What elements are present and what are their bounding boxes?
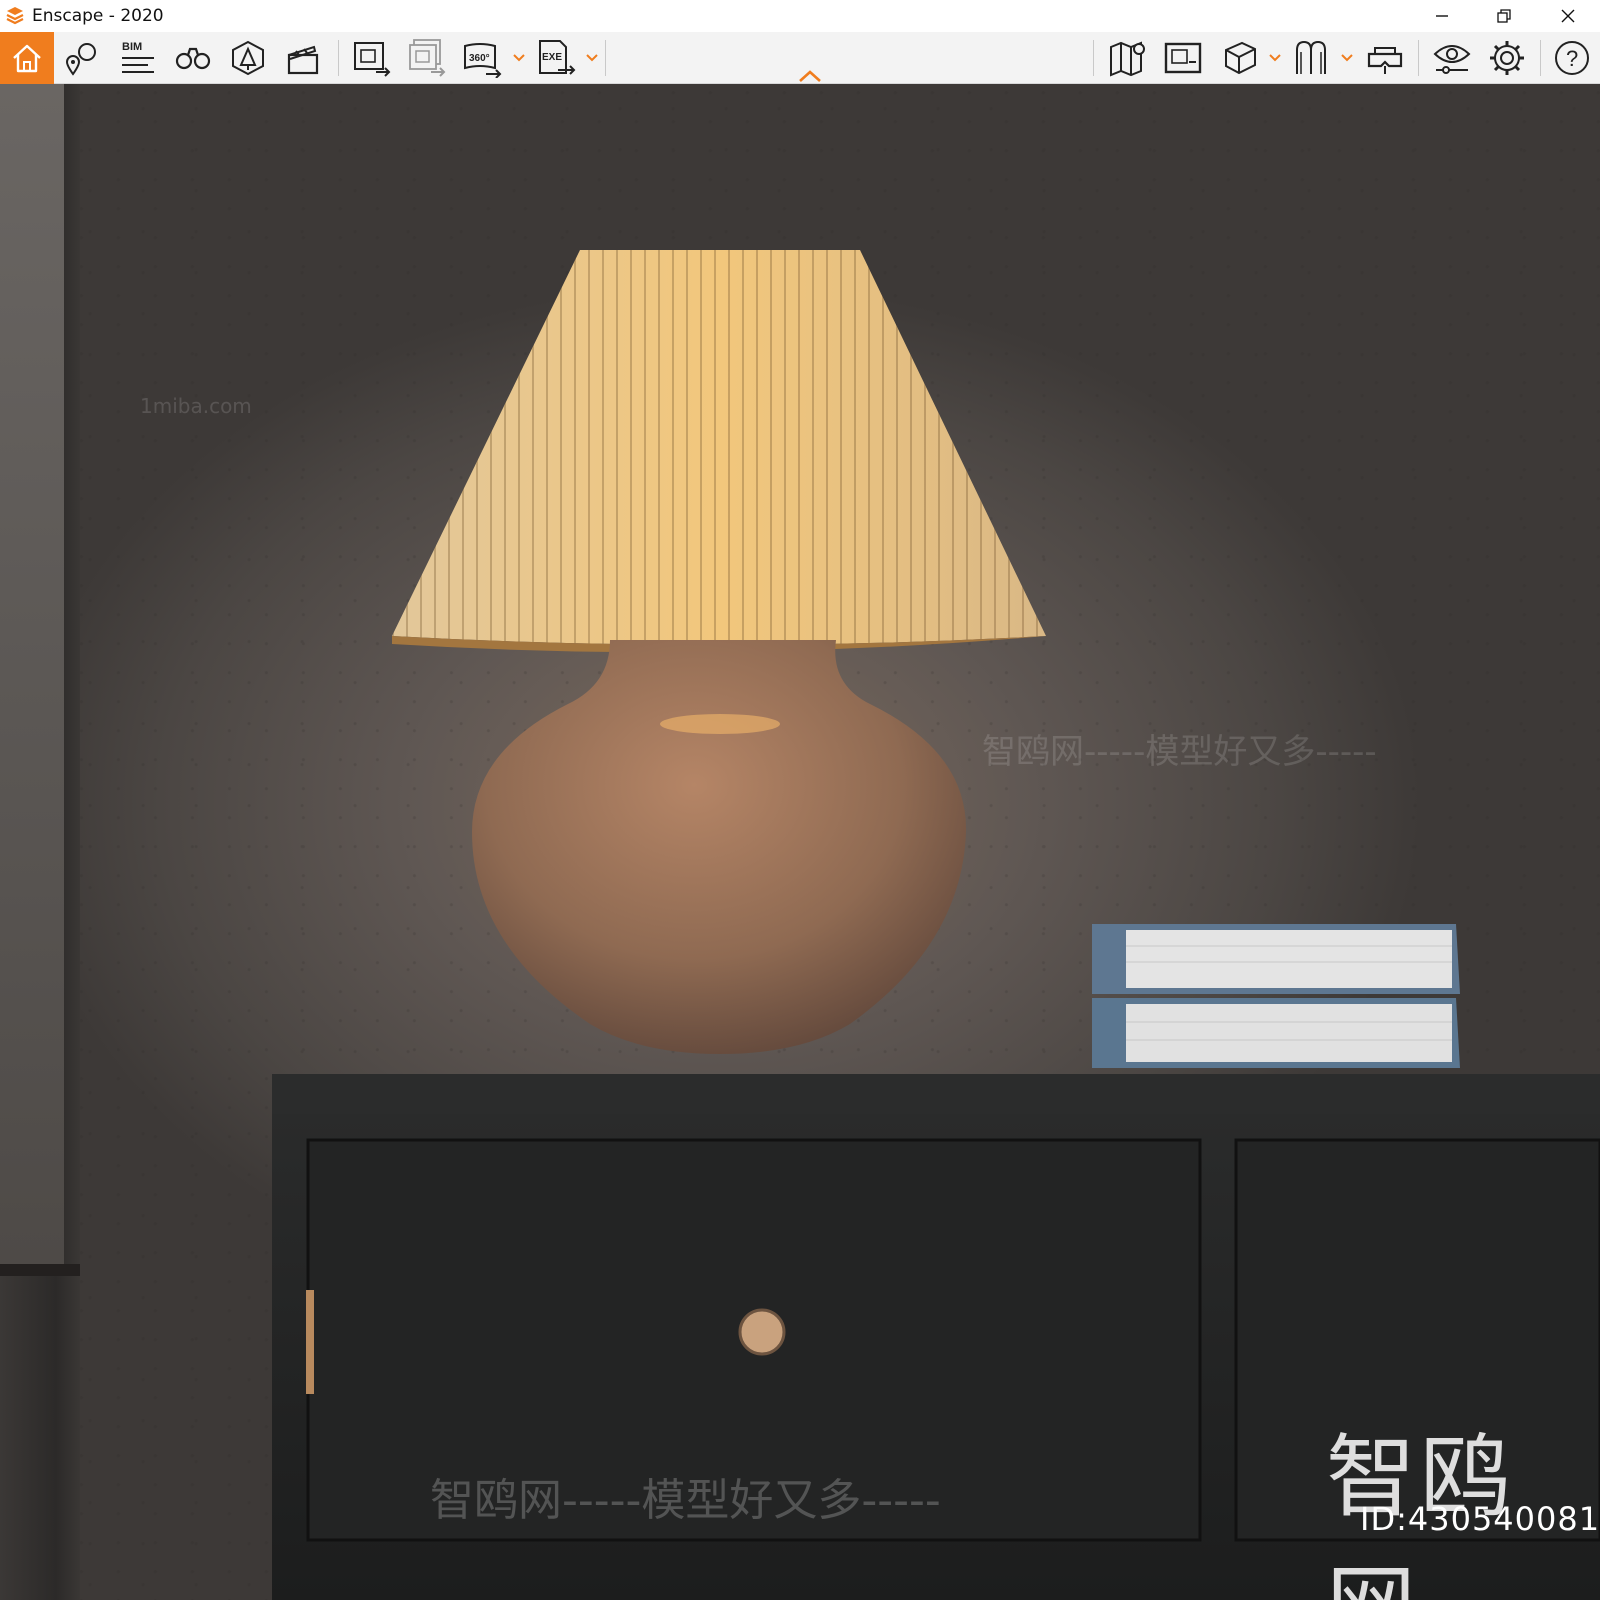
toolbar-separator	[605, 40, 606, 76]
window-title: Enscape - 2020	[32, 6, 164, 26]
panorama-360-icon: 360°	[464, 43, 502, 78]
enscape-logo-icon	[6, 7, 24, 25]
panorama-360-button[interactable]: 360°	[460, 36, 504, 80]
material-editor-icon	[1296, 40, 1326, 74]
lamp-shade	[392, 250, 1046, 653]
minimize-button[interactable]	[1418, 0, 1466, 32]
title-bar: Enscape - 2020	[0, 0, 1600, 32]
settings-button[interactable]	[1485, 36, 1529, 80]
screenshot-icon	[1164, 42, 1202, 74]
ceramic-lamp-base	[472, 640, 967, 1054]
material-editor-button[interactable]	[1290, 36, 1334, 80]
render-image-button[interactable]	[350, 36, 394, 80]
help-button[interactable]: ?	[1550, 36, 1594, 80]
minimize-icon	[1436, 15, 1448, 17]
watermark-text: 智鸥网-----模型好又多-----	[982, 732, 1377, 772]
visual-settings-button[interactable]	[1430, 36, 1474, 80]
screenshot-button[interactable]	[1161, 36, 1205, 80]
render-viewport[interactable]: 智鸥网-----模型好又多----- 1miba.com 智鸥网-----模型好…	[0, 84, 1600, 1600]
close-button[interactable]	[1544, 0, 1592, 32]
toolbar-separator	[1540, 40, 1541, 76]
bim-button[interactable]: BIM	[116, 36, 160, 80]
scene-illustration	[272, 250, 1600, 1600]
export-exe-icon: EXE	[539, 40, 576, 75]
binoculars-icon	[175, 47, 211, 70]
toolbar-separator	[1418, 40, 1419, 76]
toolbar-separator	[1093, 40, 1094, 76]
vr-headset-button[interactable]	[1363, 36, 1407, 80]
toolbar-separator	[338, 40, 339, 76]
chevron-down-icon	[513, 54, 525, 62]
svg-text:360°: 360°	[469, 53, 490, 64]
vr-headset-icon	[1367, 47, 1403, 74]
asset-library-button[interactable]	[226, 36, 270, 80]
asset-library-icon	[232, 40, 264, 76]
batch-render-button[interactable]	[405, 36, 449, 80]
bim-icon: BIM	[122, 41, 154, 73]
map-button[interactable]	[1106, 36, 1150, 80]
collapse-toolbar-icon[interactable]	[797, 68, 823, 84]
binoculars-button[interactable]	[171, 36, 215, 80]
help-icon: ?	[1555, 41, 1589, 75]
svg-text:EXE: EXE	[542, 52, 562, 63]
video-editor-icon	[287, 45, 319, 75]
settings-gear-icon	[1490, 41, 1524, 75]
map-icon	[1110, 41, 1145, 77]
video-editor-button[interactable]	[281, 36, 325, 80]
stacked-books	[1092, 924, 1460, 1068]
material-dropdown[interactable]	[1340, 50, 1354, 66]
chevron-down-icon	[1269, 54, 1281, 62]
cube-icon	[1225, 41, 1256, 75]
restore-icon	[1497, 9, 1511, 23]
export-exe-button[interactable]: EXE	[534, 36, 578, 80]
cube-dropdown[interactable]	[1268, 50, 1282, 66]
cube-view-button[interactable]	[1218, 36, 1262, 80]
batch-render-icon	[409, 39, 446, 77]
watermark-id: ID:430540081	[1360, 1500, 1600, 1538]
home-icon	[13, 44, 41, 73]
svg-text:BIM: BIM	[122, 41, 142, 53]
export-dropdown[interactable]	[585, 50, 599, 66]
close-icon	[1561, 9, 1575, 23]
view-management-icon	[65, 43, 96, 76]
render-image-icon	[354, 42, 391, 77]
visual-settings-icon	[1433, 45, 1471, 74]
panorama-dropdown[interactable]	[512, 50, 526, 66]
chevron-down-icon	[1341, 54, 1353, 62]
view-management-button[interactable]	[61, 36, 105, 80]
restore-button[interactable]	[1480, 0, 1528, 32]
watermark-text: 智鸥网-----模型好又多-----	[430, 1475, 941, 1526]
enscape-toolbar: BIM 360° EXE ?	[0, 32, 1600, 84]
svg-text:?: ?	[1566, 46, 1578, 71]
home-button[interactable]	[0, 32, 54, 84]
watermark-text: 1miba.com	[140, 394, 252, 418]
chevron-down-icon	[586, 54, 598, 62]
